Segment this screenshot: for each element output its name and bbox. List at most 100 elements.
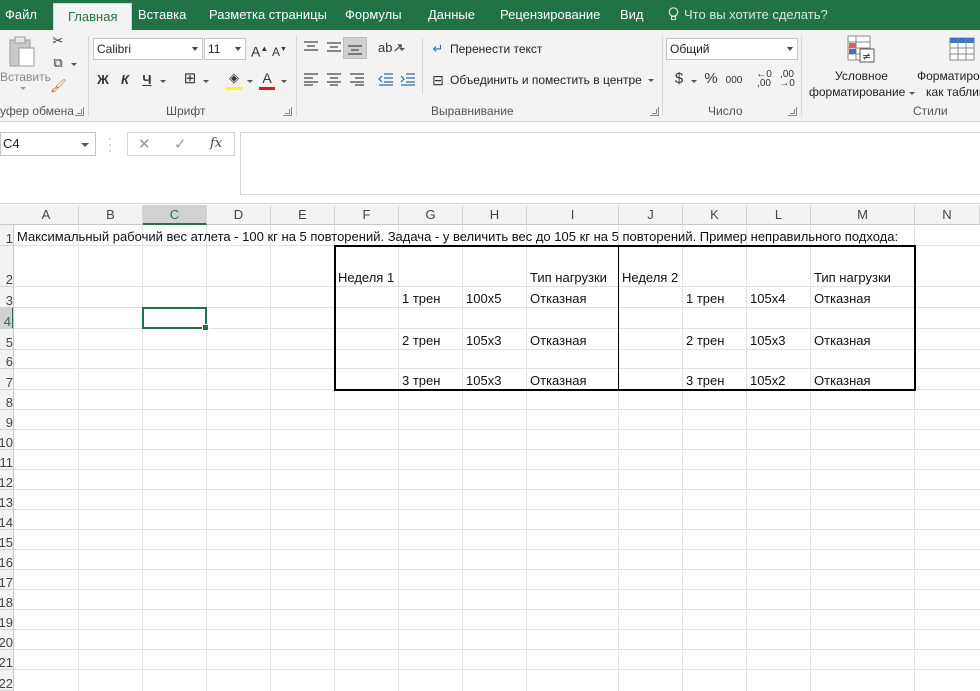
increase-decimal-icon[interactable]: ←0,00 [755, 70, 773, 89]
paste-button[interactable]: Вставить [0, 34, 51, 94]
merge-center-icon[interactable]: ⊟ [430, 72, 446, 88]
cell-h7[interactable]: 105х3 [463, 373, 501, 388]
column-header-f[interactable]: F [335, 205, 399, 225]
cell-g7[interactable]: 3 трен [399, 373, 440, 388]
tab-file[interactable]: Файл [5, 0, 37, 30]
chevron-down-icon[interactable] [71, 63, 77, 66]
chevron-down-icon[interactable] [691, 80, 697, 83]
font-color-icon[interactable]: А [259, 70, 275, 86]
row-header-19[interactable]: 19 [0, 610, 13, 630]
row-header-11[interactable]: 11 [0, 450, 13, 470]
scissors-icon[interactable]: ✂ [50, 33, 66, 49]
cell-m2[interactable]: Тип нагрузки [811, 270, 891, 285]
cell-m5[interactable]: Отказная [811, 333, 871, 348]
cell-a1[interactable]: Максимальный рабочий вес атлета - 100 кг… [14, 229, 898, 244]
decrease-font-icon[interactable]: A▼ [272, 42, 287, 60]
cell-i5[interactable]: Отказная [527, 333, 587, 348]
row-header-5[interactable]: 5 [0, 329, 13, 350]
cell-i3[interactable]: Отказная [527, 291, 587, 306]
formula-input[interactable] [240, 132, 980, 195]
tab-page-layout[interactable]: Разметка страницы [209, 0, 327, 30]
number-launcher-icon[interactable] [788, 107, 797, 116]
column-header-a[interactable]: A [14, 205, 79, 225]
merge-center-button[interactable]: Объединить и поместить в центре [450, 73, 642, 87]
row-header-2[interactable]: 2 [0, 246, 13, 287]
column-header-l[interactable]: L [747, 205, 811, 225]
column-header-d[interactable]: D [207, 205, 271, 225]
chevron-down-icon[interactable] [399, 48, 405, 51]
row-header-16[interactable]: 16 [0, 550, 13, 570]
row-header-6[interactable]: 6 [0, 350, 13, 369]
font-size-combo[interactable]: 11 [204, 38, 246, 60]
tab-home[interactable]: Главная [53, 3, 133, 30]
column-header-h[interactable]: H [463, 205, 527, 225]
thousands-button[interactable]: 000 [725, 73, 743, 89]
cell-i7[interactable]: Отказная [527, 373, 587, 388]
row-header-21[interactable]: 21 [0, 650, 13, 670]
row-header-7[interactable]: 7 [0, 369, 13, 390]
row-header-12[interactable]: 12 [0, 470, 13, 490]
cell-l5[interactable]: 105х3 [747, 333, 785, 348]
tab-view[interactable]: Вид [620, 0, 644, 30]
row-header-14[interactable]: 14 [0, 510, 13, 530]
tab-formulas[interactable]: Формулы [345, 0, 402, 30]
clipboard-launcher-icon[interactable] [75, 107, 84, 116]
chevron-down-icon[interactable] [281, 80, 287, 83]
row-header-8[interactable]: 8 [0, 390, 13, 410]
row-header-20[interactable]: 20 [0, 630, 13, 650]
chevron-down-icon[interactable] [160, 80, 166, 83]
font-launcher-icon[interactable] [283, 107, 292, 116]
column-header-c[interactable]: C [143, 205, 207, 225]
underline-button[interactable]: Ч [140, 72, 154, 88]
row-header-4[interactable]: 4 [0, 308, 13, 329]
cancel-icon[interactable]: ✕ [138, 135, 151, 153]
column-header-n[interactable]: N [915, 205, 980, 225]
name-box[interactable]: C4 [0, 132, 96, 156]
italic-button[interactable]: К [118, 72, 132, 88]
align-left-icon[interactable] [303, 72, 319, 86]
row-header-22[interactable]: 22 [0, 670, 13, 691]
cell-f2[interactable]: Неделя 1 [335, 270, 394, 285]
format-as-table-button[interactable]: Форматиров как таблиц [916, 32, 980, 102]
column-header-i[interactable]: I [527, 205, 619, 225]
cell-i2[interactable]: Тип нагрузки [527, 270, 607, 285]
selected-cell[interactable] [142, 307, 209, 331]
increase-font-icon[interactable]: A▲ [251, 41, 268, 60]
row-header-18[interactable]: 18 [0, 590, 13, 610]
decrease-indent-icon[interactable] [378, 72, 394, 86]
tab-data[interactable]: Данные [428, 0, 475, 30]
cell-l7[interactable]: 105х2 [747, 373, 785, 388]
row-header-3[interactable]: 3 [0, 287, 13, 308]
currency-button[interactable]: $ [673, 71, 685, 87]
cell-l3[interactable]: 105х4 [747, 291, 785, 306]
cell-h5[interactable]: 105х3 [463, 333, 501, 348]
cell-g5[interactable]: 2 трен [399, 333, 440, 348]
cell-h3[interactable]: 100х5 [463, 291, 501, 306]
column-header-m[interactable]: M [811, 205, 915, 225]
column-header-b[interactable]: B [79, 205, 143, 225]
bold-button[interactable]: Ж [96, 72, 110, 88]
chevron-down-icon[interactable] [648, 79, 654, 82]
increase-indent-icon[interactable] [400, 72, 416, 86]
wrap-text-button[interactable]: Перенести текст [450, 42, 542, 56]
cell-k7[interactable]: 3 трен [683, 373, 724, 388]
format-painter-icon[interactable]: 🖌 [50, 78, 67, 94]
cell-k3[interactable]: 1 трен [683, 291, 724, 306]
percent-button[interactable]: % [704, 71, 718, 87]
tab-review[interactable]: Рецензирование [500, 0, 600, 30]
align-bottom-button[interactable] [343, 37, 367, 59]
align-top-icon[interactable] [303, 40, 319, 54]
column-header-k[interactable]: K [683, 205, 747, 225]
align-middle-icon[interactable] [326, 40, 342, 54]
fill-color-icon[interactable]: ◈ [226, 70, 242, 86]
row-header-17[interactable]: 17 [0, 570, 13, 590]
enter-icon[interactable]: ✓ [174, 135, 187, 153]
cell-m7[interactable]: Отказная [811, 373, 871, 388]
cell-k5[interactable]: 2 трен [683, 333, 724, 348]
wrap-text-icon[interactable]: ↵ [430, 41, 446, 57]
row-header-10[interactable]: 10 [0, 430, 13, 450]
column-header-j[interactable]: J [619, 205, 683, 225]
decrease-decimal-icon[interactable]: ,00 →0 [778, 70, 796, 89]
cell-g3[interactable]: 1 трен [399, 291, 440, 306]
orientation-icon[interactable]: ab↗ [378, 40, 403, 56]
